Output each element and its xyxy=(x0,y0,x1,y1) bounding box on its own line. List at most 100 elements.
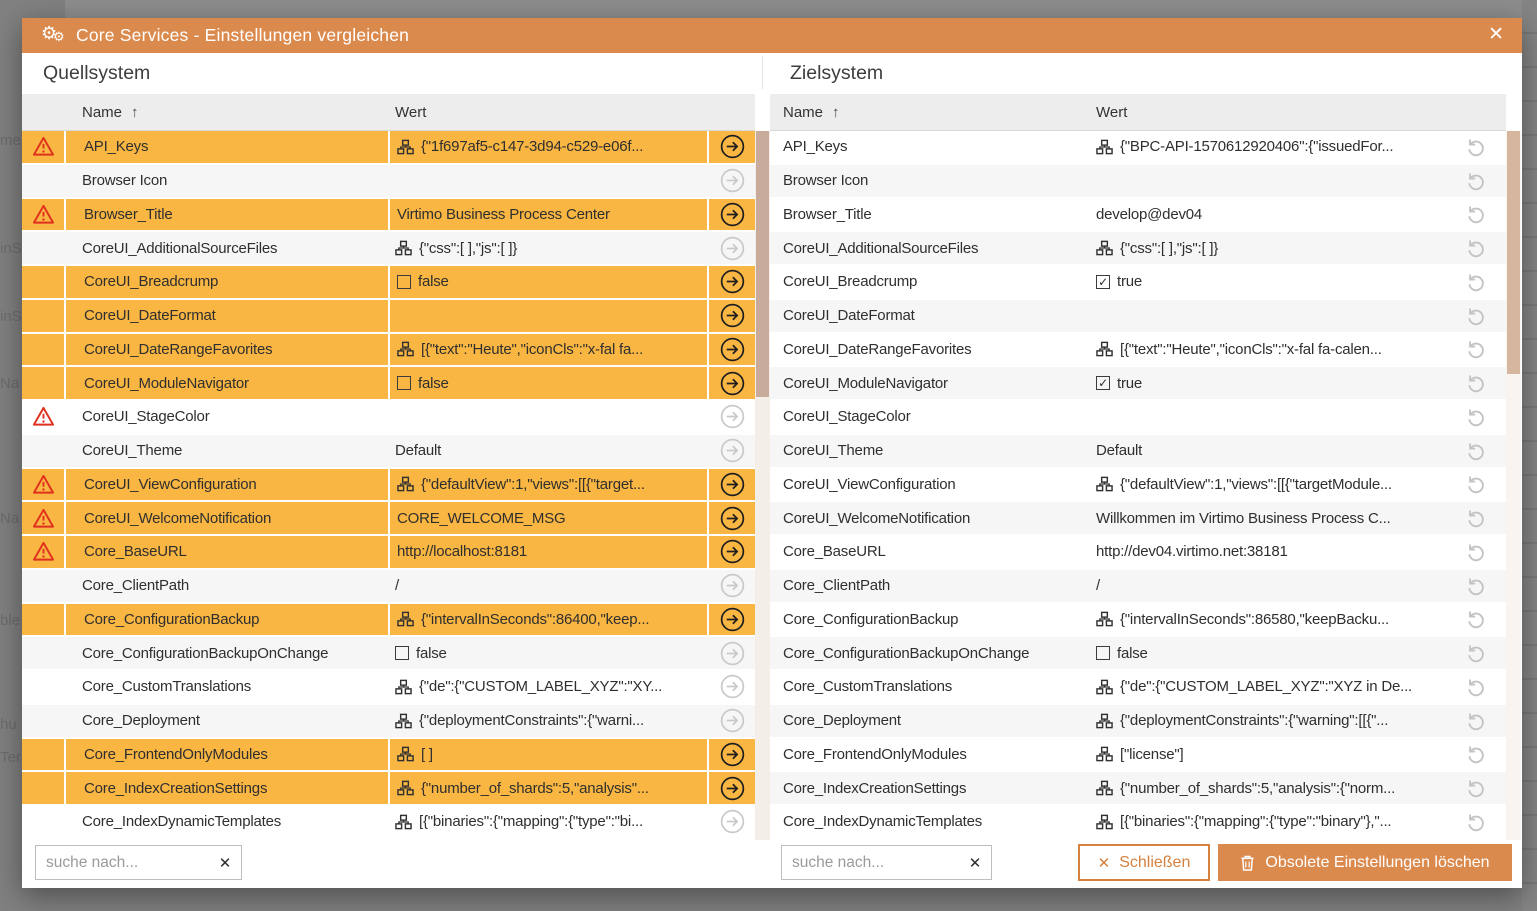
revert-button[interactable] xyxy=(1446,367,1506,399)
column-header-name[interactable]: Name ↑ xyxy=(64,104,388,121)
setting-value: false xyxy=(418,375,449,392)
table-row[interactable]: Core_FrontendOnlyModules["license"] xyxy=(770,739,1506,773)
table-row[interactable]: CoreUI_DateFormat xyxy=(22,300,755,334)
setting-name: Browser_Title xyxy=(64,199,388,231)
close-button[interactable]: ✕ Schließen xyxy=(1078,844,1210,881)
table-row[interactable]: Browser Icon xyxy=(22,165,755,199)
transfer-arrow-button[interactable] xyxy=(707,300,755,332)
table-row[interactable]: Core_IndexDynamicTemplates[{"binaries":{… xyxy=(770,806,1506,840)
transfer-arrow-button[interactable] xyxy=(707,334,755,366)
column-header-wert[interactable]: Wert xyxy=(388,104,709,121)
column-header-name[interactable]: Name ↑ xyxy=(770,104,1088,121)
revert-button[interactable] xyxy=(1446,435,1506,467)
table-row[interactable]: Core_ConfigurationBackup{"intervalInSeco… xyxy=(22,604,755,638)
table-row[interactable]: CoreUI_ModuleNavigatortrue xyxy=(770,367,1506,401)
table-row[interactable]: Core_CustomTranslations{"de":{"CUSTOM_LA… xyxy=(770,671,1506,705)
table-row[interactable]: CoreUI_DateFormat xyxy=(770,300,1506,334)
clear-search-icon[interactable]: ✕ xyxy=(959,854,991,872)
table-row[interactable]: Core_BaseURLhttp://localhost:8181 xyxy=(22,536,755,570)
table-row[interactable]: CoreUI_ThemeDefault xyxy=(22,435,755,469)
table-row[interactable]: API_Keys{"1f697af5-c147-3d94-c529-e06f..… xyxy=(22,131,755,165)
undo-icon xyxy=(1465,440,1487,462)
table-row[interactable]: Core_IndexCreationSettings{"number_of_sh… xyxy=(22,772,755,806)
transfer-arrow-button[interactable] xyxy=(707,502,755,534)
checkbox-unchecked-icon xyxy=(397,376,411,390)
warning-column xyxy=(22,806,64,838)
revert-button[interactable] xyxy=(1446,131,1506,163)
revert-button[interactable] xyxy=(1446,604,1506,636)
table-row[interactable]: Core_Deployment{"deploymentConstraints":… xyxy=(22,705,755,739)
table-row[interactable]: CoreUI_ViewConfiguration{"defaultView":1… xyxy=(770,469,1506,503)
transfer-arrow-button[interactable] xyxy=(707,739,755,771)
close-icon[interactable]: ✕ xyxy=(1488,24,1504,46)
setting-value-cell: {"BPC-API-1570612920406":{"issuedFor... xyxy=(1088,131,1446,163)
table-row[interactable]: CoreUI_ViewConfiguration{"defaultView":1… xyxy=(22,469,755,503)
delete-obsolete-button[interactable]: Obsolete Einstellungen löschen xyxy=(1218,844,1512,881)
setting-value: / xyxy=(395,577,399,594)
table-row[interactable]: CoreUI_AdditionalSourceFiles{"css":[ ],"… xyxy=(770,232,1506,266)
table-row[interactable]: Core_ClientPath/ xyxy=(770,570,1506,604)
table-row[interactable]: CoreUI_DateRangeFavorites[{"text":"Heute… xyxy=(770,334,1506,368)
scrollbar-thumb[interactable] xyxy=(756,131,769,397)
revert-button[interactable] xyxy=(1446,469,1506,501)
table-row[interactable]: Core_ClientPath/ xyxy=(22,570,755,604)
table-row[interactable]: CoreUI_Breadcrumpfalse xyxy=(22,266,755,300)
transfer-arrow-button[interactable] xyxy=(707,367,755,399)
table-row[interactable]: CoreUI_WelcomeNotificationCORE_WELCOME_M… xyxy=(22,502,755,536)
revert-button[interactable] xyxy=(1446,671,1506,703)
table-row[interactable]: CoreUI_WelcomeNotificationWillkommen im … xyxy=(770,502,1506,536)
revert-button[interactable] xyxy=(1446,739,1506,771)
table-row[interactable]: Core_ConfigurationBackup{"intervalInSeco… xyxy=(770,604,1506,638)
table-row[interactable]: Core_ConfigurationBackupOnChangefalse xyxy=(22,637,755,671)
table-row[interactable]: Core_Deployment{"deploymentConstraints":… xyxy=(770,705,1506,739)
dialog-footer: ✕ ✕ ✕ Schließen Obsolete xyxy=(22,840,1522,888)
table-row[interactable]: CoreUI_StageColor xyxy=(770,401,1506,435)
transfer-arrow-button[interactable] xyxy=(707,131,755,163)
revert-button[interactable] xyxy=(1446,266,1506,298)
table-row[interactable]: CoreUI_StageColor xyxy=(22,401,755,435)
target-search-input[interactable] xyxy=(782,854,959,872)
transfer-arrow-button[interactable] xyxy=(707,604,755,636)
table-row[interactable]: Core_ConfigurationBackupOnChangefalse xyxy=(770,637,1506,671)
revert-button[interactable] xyxy=(1446,502,1506,534)
table-row[interactable]: Core_IndexCreationSettings{"number_of_sh… xyxy=(770,772,1506,806)
transfer-arrow-button[interactable] xyxy=(707,266,755,298)
table-row[interactable]: Browser Icon xyxy=(770,165,1506,199)
table-row[interactable]: Browser_Titledevelop@dev04 xyxy=(770,199,1506,233)
table-row[interactable]: API_Keys{"BPC-API-1570612920406":{"issue… xyxy=(770,131,1506,165)
table-row[interactable]: CoreUI_DateRangeFavorites[{"text":"Heute… xyxy=(22,334,755,368)
table-row[interactable]: CoreUI_ModuleNavigatorfalse xyxy=(22,367,755,401)
transfer-arrow-button[interactable] xyxy=(707,199,755,231)
revert-button[interactable] xyxy=(1446,772,1506,804)
revert-button[interactable] xyxy=(1446,705,1506,737)
table-row[interactable]: CoreUI_AdditionalSourceFiles{"css":[ ],"… xyxy=(22,232,755,266)
scrollbar-thumb[interactable] xyxy=(1507,131,1520,374)
clear-search-icon[interactable]: ✕ xyxy=(209,854,241,872)
revert-button[interactable] xyxy=(1446,401,1506,433)
transfer-arrow-button[interactable] xyxy=(707,536,755,568)
table-row[interactable]: Core_IndexDynamicTemplates[{"binaries":{… xyxy=(22,806,755,840)
table-row[interactable]: Core_BaseURLhttp://dev04.virtimo.net:381… xyxy=(770,536,1506,570)
revert-button[interactable] xyxy=(1446,199,1506,231)
revert-button[interactable] xyxy=(1446,637,1506,669)
revert-button[interactable] xyxy=(1446,300,1506,332)
warning-column xyxy=(22,671,64,703)
table-row[interactable]: Core_FrontendOnlyModules[ ] xyxy=(22,739,755,773)
table-row[interactable]: CoreUI_Breadcrumptrue xyxy=(770,266,1506,300)
table-row[interactable]: Browser_TitleVirtimo Business Process Ce… xyxy=(22,199,755,233)
backdrop-text-fragment: ble xyxy=(0,612,20,629)
revert-button[interactable] xyxy=(1446,165,1506,197)
arrow-right-circle-icon xyxy=(720,472,745,497)
revert-button[interactable] xyxy=(1446,334,1506,366)
revert-button[interactable] xyxy=(1446,536,1506,568)
setting-name: Browser Icon xyxy=(64,165,388,197)
table-row[interactable]: CoreUI_ThemeDefault xyxy=(770,435,1506,469)
table-row[interactable]: Core_CustomTranslations{"de":{"CUSTOM_LA… xyxy=(22,671,755,705)
source-search-input[interactable] xyxy=(36,854,209,872)
revert-button[interactable] xyxy=(1446,570,1506,602)
transfer-arrow-button[interactable] xyxy=(707,772,755,804)
column-header-wert[interactable]: Wert xyxy=(1088,104,1446,121)
revert-button[interactable] xyxy=(1446,806,1506,838)
revert-button[interactable] xyxy=(1446,232,1506,264)
transfer-arrow-button[interactable] xyxy=(707,469,755,501)
